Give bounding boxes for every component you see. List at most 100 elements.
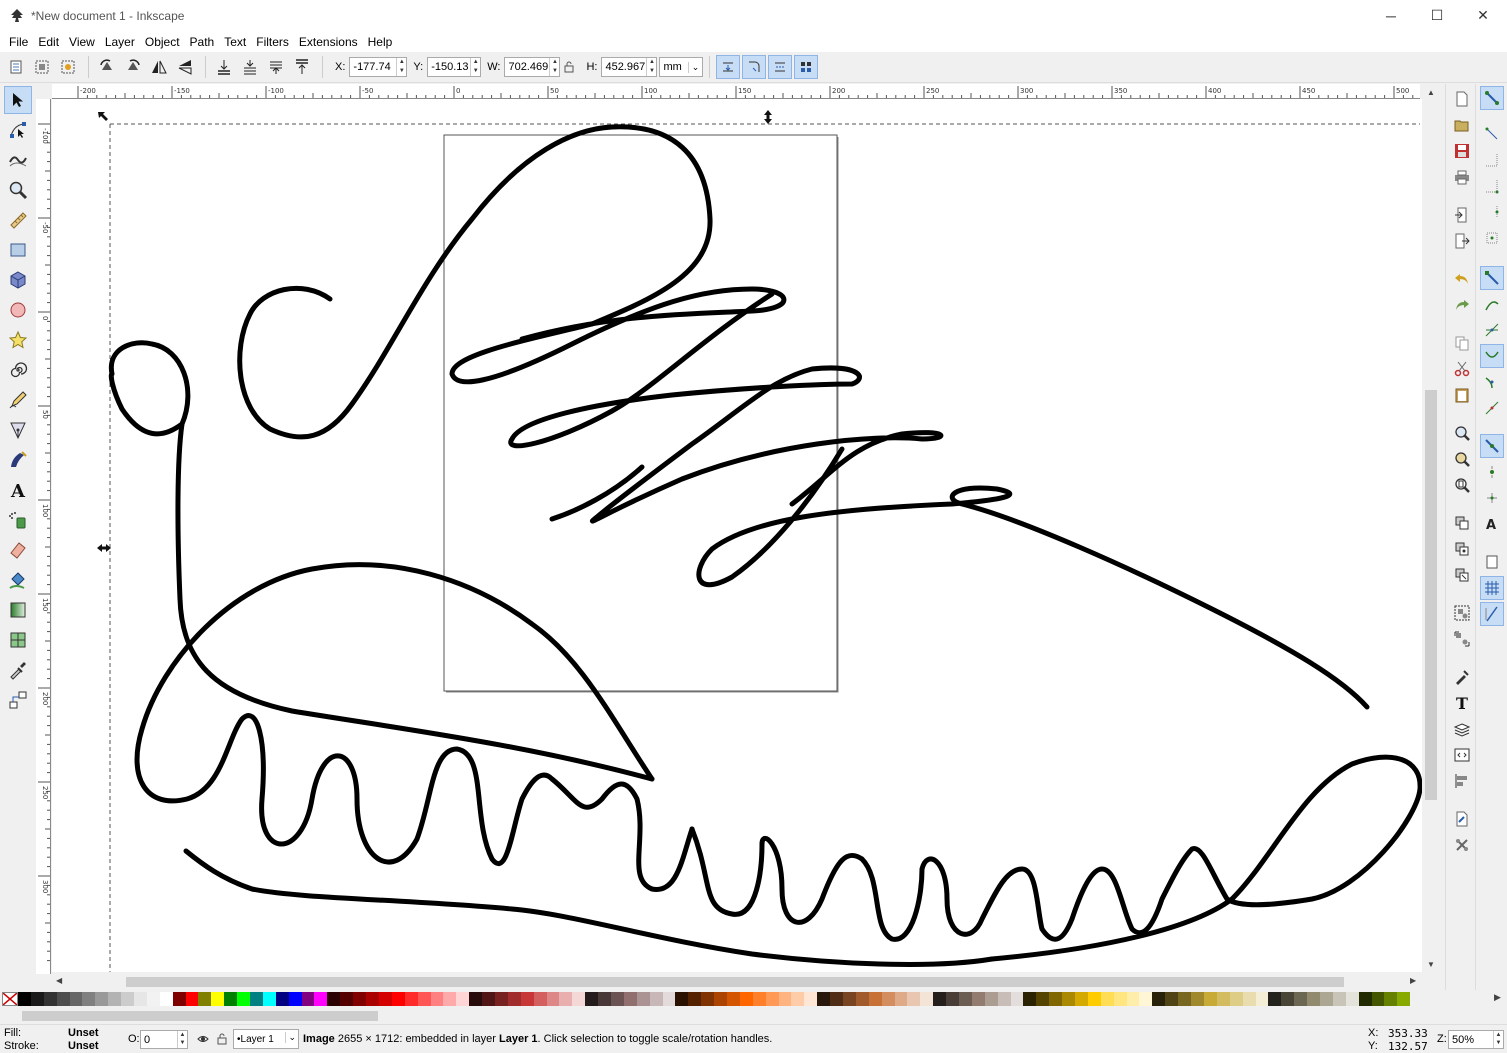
color-swatch[interactable]	[417, 992, 431, 1006]
menu-layer[interactable]: Layer	[100, 35, 140, 49]
color-swatch[interactable]	[765, 992, 779, 1006]
color-swatch[interactable]	[920, 992, 934, 1006]
color-swatch[interactable]	[353, 992, 367, 1006]
selector-tool-icon[interactable]	[4, 86, 32, 114]
color-swatch[interactable]	[598, 992, 611, 1006]
raise-to-top-icon[interactable]	[290, 55, 314, 79]
zoom-input[interactable]	[1449, 1031, 1493, 1048]
select-all-layers-icon[interactable]	[30, 55, 54, 79]
zoom-page-icon[interactable]	[1451, 474, 1473, 496]
color-swatch[interactable]	[533, 992, 547, 1006]
h-field[interactable]: ▲▼	[601, 57, 658, 77]
xml-editor-icon[interactable]	[1451, 744, 1473, 766]
color-swatch[interactable]	[340, 992, 354, 1006]
color-swatch[interactable]	[1049, 992, 1063, 1006]
select-all-icon[interactable]	[4, 55, 28, 79]
color-swatch[interactable]	[404, 992, 418, 1006]
snap-smooth-icon[interactable]	[1480, 370, 1504, 394]
close-button[interactable]: ✕	[1460, 0, 1506, 31]
snap-cusp-icon[interactable]	[1480, 344, 1504, 368]
fill-indicator[interactable]: Unset	[68, 1027, 99, 1039]
layer-lock-icon[interactable]	[217, 1033, 227, 1048]
y-spin-arrows[interactable]: ▲ ▼	[470, 58, 480, 76]
flip-horizontal-icon[interactable]	[147, 55, 171, 79]
snap-paths-icon[interactable]	[1480, 292, 1504, 316]
text-font-icon[interactable]: T	[1451, 692, 1473, 714]
color-swatch[interactable]	[482, 992, 495, 1006]
move-gradients-toggle[interactable]	[768, 55, 793, 79]
color-swatch[interactable]	[378, 992, 392, 1006]
color-swatch[interactable]	[1087, 992, 1101, 1006]
lock-icon[interactable]	[560, 55, 578, 79]
scroll-up-icon[interactable]: ▲	[1427, 88, 1435, 97]
gradient-tool-icon[interactable]	[4, 596, 32, 624]
scroll-left-icon[interactable]: ◀	[56, 976, 62, 985]
color-swatch[interactable]	[172, 992, 186, 1006]
color-swatch[interactable]	[108, 992, 122, 1006]
color-swatch[interactable]	[843, 992, 856, 1006]
menu-path[interactable]: Path	[185, 35, 220, 49]
color-swatch[interactable]	[1062, 992, 1076, 1006]
color-swatch[interactable]	[791, 992, 805, 1006]
clone-icon[interactable]	[1451, 538, 1473, 560]
menu-edit[interactable]: Edit	[33, 35, 64, 49]
color-swatch[interactable]	[56, 992, 70, 1006]
color-swatch[interactable]	[688, 992, 702, 1006]
color-swatch[interactable]	[1345, 992, 1359, 1006]
color-swatch[interactable]	[237, 992, 251, 1006]
mesh-tool-icon[interactable]	[4, 626, 32, 654]
maximize-button[interactable]: ☐	[1414, 0, 1460, 31]
color-swatch[interactable]	[830, 992, 843, 1006]
color-swatch[interactable]	[817, 992, 831, 1006]
color-swatch[interactable]	[69, 992, 83, 1006]
color-swatch[interactable]	[1281, 992, 1295, 1006]
x-input[interactable]	[350, 58, 397, 76]
pen-tool-icon[interactable]	[4, 416, 32, 444]
color-swatch[interactable]	[301, 992, 315, 1006]
color-swatch[interactable]	[1229, 992, 1243, 1006]
color-swatch[interactable]	[185, 992, 199, 1006]
snap-bbox-center-icon[interactable]	[1480, 226, 1504, 250]
zoom-selection-icon[interactable]	[1451, 422, 1473, 444]
menu-file[interactable]: File	[4, 35, 33, 49]
color-swatch[interactable]	[43, 992, 57, 1006]
snap-bbox-corner-icon[interactable]	[1480, 174, 1504, 198]
move-patterns-toggle[interactable]	[794, 55, 819, 79]
color-swatch[interactable]	[1036, 992, 1050, 1006]
color-swatch[interactable]	[855, 992, 869, 1006]
connector-tool-icon[interactable]	[4, 686, 32, 714]
color-swatch[interactable]	[894, 992, 908, 1006]
color-swatch[interactable]	[662, 992, 676, 1006]
color-swatch[interactable]	[82, 992, 96, 1006]
color-swatch[interactable]	[610, 992, 624, 1006]
paint-bucket-tool-icon[interactable]	[4, 566, 32, 594]
color-swatch[interactable]	[701, 992, 715, 1006]
eye-icon[interactable]	[197, 1033, 209, 1048]
print-icon[interactable]	[1451, 166, 1473, 188]
color-swatch[interactable]	[1307, 992, 1320, 1006]
open-folder-icon[interactable]	[1451, 114, 1473, 136]
opacity-field[interactable]: ▲▼	[140, 1030, 188, 1049]
color-swatch[interactable]	[250, 992, 263, 1006]
palette-scroll-thumb[interactable]	[22, 1011, 378, 1021]
flip-vertical-icon[interactable]	[173, 55, 197, 79]
zoom-drawing-icon[interactable]	[1451, 448, 1473, 470]
snap-bbox-icon[interactable]	[1480, 122, 1504, 146]
color-swatch[interactable]	[30, 992, 44, 1006]
snap-rotation-center-icon[interactable]	[1480, 486, 1504, 510]
snap-object-midpoint-icon[interactable]	[1480, 460, 1504, 484]
color-swatch[interactable]	[121, 992, 135, 1006]
snap-nodes-icon[interactable]	[1480, 266, 1504, 290]
ungroup-icon[interactable]	[1451, 628, 1473, 650]
rectangle-tool-icon[interactable]	[4, 236, 32, 264]
color-swatch[interactable]	[146, 992, 160, 1006]
rotate-ccw-icon[interactable]	[95, 55, 119, 79]
color-swatch[interactable]	[881, 992, 895, 1006]
color-swatch[interactable]	[933, 992, 947, 1006]
lower-to-bottom-icon[interactable]	[212, 55, 236, 79]
new-document-icon[interactable]	[1451, 88, 1473, 110]
color-swatch[interactable]	[1139, 992, 1153, 1006]
document-properties-icon[interactable]	[1451, 808, 1473, 830]
color-swatch[interactable]	[211, 992, 225, 1006]
import-icon[interactable]	[1451, 204, 1473, 226]
